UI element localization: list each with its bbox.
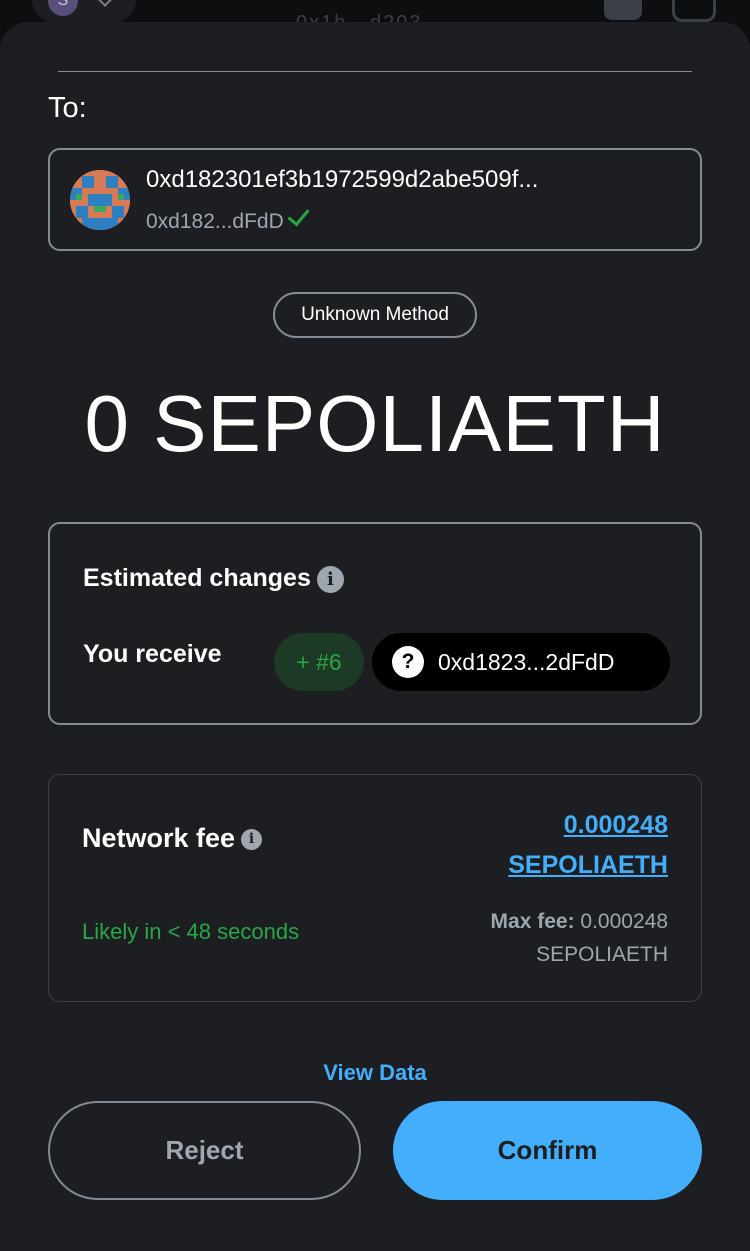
max-fee-value: 0.000248 <box>580 910 668 933</box>
method-badge: Unknown Method <box>273 292 477 338</box>
nft-badge: + #6 <box>274 633 364 691</box>
transaction-amount: 0 SEPOLIAETH <box>84 379 666 468</box>
estimated-changes-card: Estimated changes i You receive + #6 ? 0x… <box>48 522 702 725</box>
network-fee-card: Network fee i 0.000248 SEPOLIAETH Likely … <box>48 774 702 1002</box>
estimated-changes-title: Estimated changes i <box>83 564 344 593</box>
info-icon[interactable]: i <box>241 829 263 851</box>
network-fee-title: Network fee i <box>82 823 263 854</box>
scan-icon[interactable] <box>672 0 716 22</box>
fee-timing-estimate: Likely in < 48 seconds <box>82 919 300 944</box>
divider <box>58 71 692 72</box>
max-fee-unit: SEPOLIAETH <box>536 943 668 966</box>
confirm-button[interactable]: Confirm <box>393 1101 702 1200</box>
fee-amount-value[interactable]: 0.000248 <box>508 805 668 845</box>
max-fee-label: Max fee: <box>490 910 575 933</box>
recipient-card[interactable]: 0xd182301ef3b1972599d2abe509f... 0xd182.… <box>48 148 702 251</box>
info-icon[interactable]: i <box>316 565 344 593</box>
confirmation-sheet: To: 0xd182301ef3b1972599d2abe509f... 0xd… <box>0 22 750 1251</box>
copy-icon[interactable] <box>604 0 642 20</box>
unknown-token-icon: ? <box>392 646 424 678</box>
check-icon <box>287 203 310 227</box>
to-label: To: <box>48 92 87 124</box>
estimated-changes-title-text: Estimated changes <box>83 564 311 592</box>
recipient-avatar <box>70 170 130 230</box>
recipient-address-short-text: 0xd182...dFdD <box>146 210 284 233</box>
view-data-link[interactable]: View Data <box>0 1060 750 1086</box>
recipient-address-short: 0xd182...dFdD <box>146 203 310 234</box>
network-fee-amount-link[interactable]: 0.000248 SEPOLIAETH <box>508 805 668 885</box>
reject-button[interactable]: Reject <box>48 1101 361 1200</box>
token-label: 0xd1823...2dFdD <box>438 649 615 675</box>
max-fee: Max fee: 0.000248 SEPOLIAETH <box>491 905 668 971</box>
token-pill[interactable]: ? 0xd1823...2dFdD <box>372 633 670 691</box>
identicon-icon <box>70 170 130 230</box>
receive-label: You receive <box>83 640 222 668</box>
fee-amount-unit[interactable]: SEPOLIAETH <box>508 845 668 885</box>
recipient-address-full[interactable]: 0xd182301ef3b1972599d2abe509f... <box>146 166 538 194</box>
network-fee-title-text: Network fee <box>82 823 236 853</box>
